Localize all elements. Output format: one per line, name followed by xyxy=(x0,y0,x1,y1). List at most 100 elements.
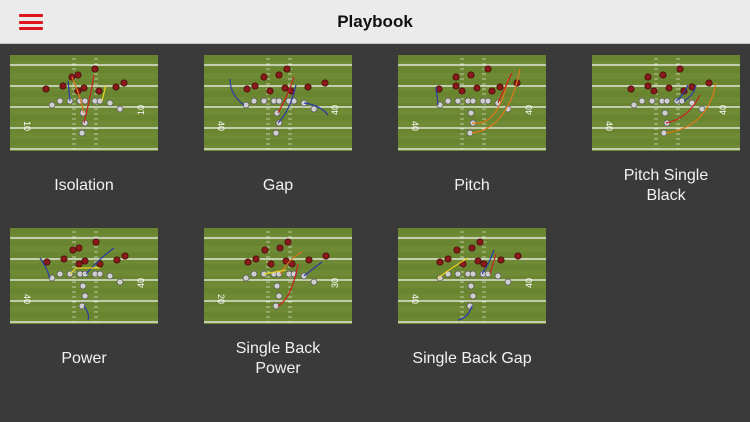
play-tile[interactable]: 40 40 Pitch Single Black xyxy=(592,55,750,205)
play-diagram: 40 40 xyxy=(398,55,546,151)
yard-number: 10 xyxy=(136,105,146,115)
defense-player xyxy=(42,85,50,93)
defense-player xyxy=(321,79,329,87)
play-tile[interactable]: 40 40 Single Back Gap xyxy=(398,228,592,378)
defense-player xyxy=(644,82,652,90)
offense-player xyxy=(250,270,258,278)
offense-player xyxy=(106,272,114,280)
play-label-line1: Power xyxy=(61,350,107,367)
play-label: Pitch Single Black xyxy=(592,166,740,206)
defense-player xyxy=(92,238,100,246)
defense-player xyxy=(244,258,252,266)
play-tile[interactable]: 20 30 Single Back Power xyxy=(204,228,398,378)
offense-player xyxy=(275,97,283,105)
offense-player xyxy=(467,109,475,117)
defense-player xyxy=(476,238,484,246)
offense-player xyxy=(275,119,283,127)
offense-player xyxy=(260,97,268,105)
defense-player xyxy=(488,87,496,95)
offense-player xyxy=(78,129,86,137)
offense-player xyxy=(275,292,283,300)
defense-player xyxy=(496,83,504,91)
offense-player xyxy=(648,97,656,105)
yard-number: 40 xyxy=(22,294,32,304)
play-diagram-thumbnail[interactable]: 20 30 xyxy=(204,228,352,324)
play-diagram-thumbnail[interactable]: 40 40 xyxy=(398,228,546,324)
offense-player xyxy=(469,292,477,300)
defense-player xyxy=(665,84,673,92)
offense-player xyxy=(466,302,474,310)
defense-player xyxy=(676,65,684,73)
yard-number: 40 xyxy=(604,121,614,131)
offense-player xyxy=(467,282,475,290)
play-tile[interactable]: 40 40 Gap xyxy=(204,55,398,205)
offense-player xyxy=(504,278,512,286)
play-label-line2: Power xyxy=(255,360,301,377)
offense-player xyxy=(81,97,89,105)
offense-player xyxy=(663,97,671,105)
play-label-line1: Pitch xyxy=(454,177,490,194)
offense-player xyxy=(630,101,638,109)
play-tile[interactable]: 40 40 Power xyxy=(10,228,204,378)
play-label-line1: Isolation xyxy=(54,177,114,194)
play-diagram: 10 10 xyxy=(10,55,158,151)
defense-player xyxy=(60,255,68,263)
offense-player xyxy=(484,97,492,105)
yard-number: 40 xyxy=(216,121,226,131)
play-diagram-thumbnail[interactable]: 40 40 xyxy=(592,55,740,151)
defense-player xyxy=(252,255,260,263)
offense-player xyxy=(116,278,124,286)
defense-player xyxy=(276,244,284,252)
offense-player xyxy=(272,129,280,137)
play-diagram: 40 40 xyxy=(10,228,158,324)
offense-player xyxy=(454,97,462,105)
yard-number: 40 xyxy=(136,278,146,288)
play-diagram-thumbnail[interactable]: 10 10 xyxy=(10,55,158,151)
play-label-line2: Black xyxy=(646,187,686,204)
defense-player xyxy=(468,244,476,252)
play-tile[interactable]: 10 10 Isolation xyxy=(10,55,204,205)
play-label: Single Back Power xyxy=(204,339,352,379)
defense-player xyxy=(497,256,505,264)
offense-player xyxy=(310,105,318,113)
defense-player xyxy=(69,246,77,254)
play-tile[interactable]: 40 40 Pitch xyxy=(398,55,592,205)
defense-player xyxy=(95,87,103,95)
defense-player xyxy=(436,258,444,266)
play-diagram-thumbnail[interactable]: 40 40 xyxy=(398,55,546,151)
defense-player xyxy=(281,84,289,92)
defense-player xyxy=(305,256,313,264)
defense-player xyxy=(81,257,89,265)
defense-player xyxy=(627,85,635,93)
navigation-bar: Playbook xyxy=(0,0,750,44)
page-title: Playbook xyxy=(337,12,413,31)
play-label-line1: Single Back xyxy=(235,340,321,357)
offense-player xyxy=(638,97,646,105)
defense-player xyxy=(113,256,121,264)
offense-player xyxy=(116,105,124,113)
defense-player xyxy=(473,84,481,92)
defense-player xyxy=(322,252,330,260)
defense-player xyxy=(458,87,466,95)
play-diagram: 40 40 xyxy=(204,55,352,151)
play-diagram: 40 40 xyxy=(398,228,546,324)
defense-player xyxy=(275,71,283,79)
play-diagram: 2030 xyxy=(204,228,352,324)
defense-player xyxy=(91,65,99,73)
play-diagram-thumbnail[interactable]: 40 40 xyxy=(10,228,158,324)
yard-number: 40 xyxy=(718,105,728,115)
offense-player xyxy=(444,97,452,105)
defense-player xyxy=(260,73,268,81)
defense-player xyxy=(59,82,67,90)
defense-player xyxy=(267,260,275,268)
yard-number: 30 xyxy=(330,278,340,288)
defense-player xyxy=(474,257,482,265)
offense-player xyxy=(96,270,104,278)
defense-player xyxy=(304,83,312,91)
defense-player xyxy=(266,87,274,95)
defense-player xyxy=(644,73,652,81)
defense-player xyxy=(243,85,251,93)
offense-player xyxy=(56,97,64,105)
play-diagram-thumbnail[interactable]: 40 40 xyxy=(204,55,352,151)
offense-player xyxy=(469,270,477,278)
